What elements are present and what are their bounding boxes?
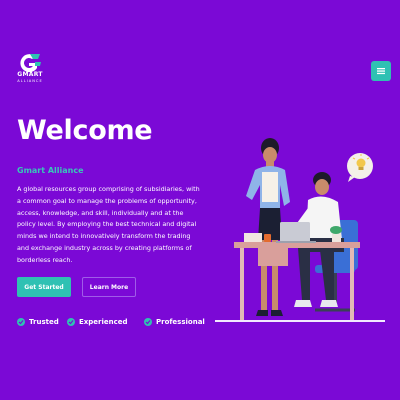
laptop <box>276 222 316 243</box>
feature-trusted: Trusted <box>17 316 59 328</box>
hamburger-menu-icon <box>377 68 385 75</box>
logo-subtitle: ALLIANCE <box>17 79 43 83</box>
lightbulb-icon <box>347 153 373 182</box>
feature-experienced: Experienced <box>67 316 128 328</box>
feature-label: Trusted <box>29 318 59 326</box>
site-header: GMART ALLIANCE <box>0 0 400 100</box>
feature-label: Professional <box>156 318 205 326</box>
logo-name: GMART <box>17 71 43 78</box>
feature-professional: Professional <box>144 316 205 328</box>
check-icon <box>67 318 75 326</box>
get-started-button[interactable]: Get Started <box>17 277 71 297</box>
floor-line <box>215 320 385 322</box>
hero-title: Welcome <box>17 115 153 146</box>
check-icon <box>17 318 25 326</box>
menu-button[interactable] <box>371 61 391 81</box>
office-team-illustration <box>215 138 385 322</box>
company-name: Gmart Alliance <box>17 166 84 175</box>
feature-label: Experienced <box>79 318 128 326</box>
feature-list: Trusted Experienced Professional <box>17 316 237 328</box>
learn-more-button[interactable]: Learn More <box>82 277 136 297</box>
hero-description: A global resources group comprising of s… <box>17 185 200 264</box>
check-icon <box>144 318 152 326</box>
brand-logo[interactable]: GMART ALLIANCE <box>13 53 47 87</box>
